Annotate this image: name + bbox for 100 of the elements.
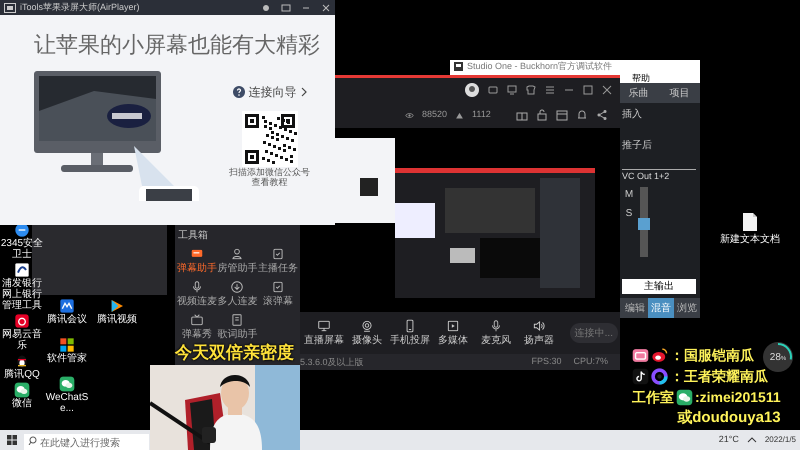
close-icon[interactable] — [602, 85, 612, 95]
download-icon — [230, 280, 244, 294]
close-icon[interactable] — [321, 2, 331, 12]
desktop-icon-label[interactable]: 腾讯QQ — [4, 369, 40, 380]
screen-icon[interactable] — [507, 85, 517, 95]
mute-solo-button[interactable]: S — [622, 206, 636, 220]
play-icon — [446, 318, 460, 332]
control-button[interactable]: 手机投屏 — [390, 318, 430, 348]
control-button[interactable]: 扬声器 — [519, 318, 559, 348]
desktop-icon-label[interactable]: 软件管家 — [47, 353, 87, 364]
clipboard-icon — [270, 280, 285, 294]
desktop-icon-label[interactable]: 腾讯视频 — [97, 314, 137, 325]
control-button[interactable]: 麦克风 — [476, 318, 516, 348]
meeting-app-icon — [59, 298, 75, 314]
chat-app-icon — [14, 382, 30, 398]
music-app-icon — [14, 313, 30, 329]
lock-icon[interactable] — [536, 109, 548, 121]
fader-track[interactable] — [640, 186, 648, 256]
tool-button[interactable]: 主播任务 — [258, 247, 297, 276]
qr-caption: 扫描添加微信公众号 — [229, 167, 310, 177]
webcam-icon — [360, 318, 374, 332]
bell-icon[interactable] — [576, 109, 588, 121]
qr-code-icon — [242, 111, 298, 167]
shirt-icon[interactable] — [526, 85, 536, 95]
menu-item[interactable]: 帮助 — [632, 73, 650, 83]
mute-solo-button[interactable]: M — [622, 186, 636, 202]
control-button[interactable]: 多媒体 — [433, 318, 473, 348]
overlay-caption: 今天双倍亲密度 — [175, 343, 294, 363]
status-text: FPS:30 — [531, 355, 562, 368]
fader-thumb[interactable] — [638, 218, 650, 230]
qr-caption: 查看教程 — [252, 177, 288, 187]
music-note-icon — [632, 368, 649, 385]
tool-button[interactable]: 弹幕助手 — [178, 247, 216, 276]
weibo-icon — [651, 347, 668, 364]
control-button[interactable]: 直播屏幕 — [304, 318, 344, 348]
social-handle: :zimei201511 — [695, 388, 781, 407]
maximize-icon[interactable] — [583, 85, 593, 95]
tab[interactable]: 编辑 — [622, 298, 648, 318]
menu-icon[interactable] — [545, 85, 555, 95]
tool-button[interactable]: 视频连麦 — [178, 280, 216, 309]
app-logo-icon — [4, 2, 16, 12]
tv-icon — [190, 313, 204, 327]
microphone-icon — [489, 318, 503, 332]
social-handle: 或doudouya13 — [677, 409, 781, 427]
desktop-icon-label[interactable]: 腾讯会议 — [47, 314, 87, 325]
search-icon — [28, 436, 37, 445]
tool-button[interactable]: 房管助手 — [218, 247, 257, 276]
weather-text: 21°C — [718, 433, 739, 446]
clipboard-icon — [270, 247, 285, 261]
calendar-icon[interactable] — [556, 109, 568, 121]
window-title: Studio One - Buckhorn官方调试软件 — [467, 60, 612, 73]
channel-name: VC Out 1+2 — [622, 169, 696, 184]
speaker-icon — [532, 318, 546, 332]
windows-start-icon[interactable] — [7, 435, 17, 445]
stat-count: 88520 — [422, 108, 448, 122]
headline: 让苹果的小屏幕也能有大精彩 — [34, 31, 320, 59]
ring-logo-icon — [651, 368, 668, 385]
grid-app-icon — [59, 337, 75, 353]
tv-logo-icon — [632, 347, 649, 364]
social-handle: ：国服铠南瓜 — [670, 346, 754, 365]
desktop-icon-label[interactable]: 2345安全卫士 — [0, 238, 44, 260]
insert-label: 插入 — [622, 108, 643, 122]
version-note: 5.3.6.0及以上版 — [300, 356, 364, 369]
social-handle: ：王者荣耀南瓜 — [670, 367, 768, 386]
panel-title: 工具箱 — [178, 229, 209, 243]
tab[interactable]: 乐曲 — [618, 83, 659, 103]
desktop-icon-label[interactable]: 微信 — [12, 398, 32, 409]
desktop-icon-label[interactable]: 浦发银行网上银行管理工具 — [0, 278, 44, 311]
desktop-icon-label[interactable]: 新建文本文档 — [720, 232, 780, 247]
output-label: 主输出 — [622, 279, 696, 294]
tab[interactable]: 混音 — [648, 298, 674, 318]
person-icon — [230, 247, 244, 261]
guide-link[interactable]: 连接向导 — [232, 83, 306, 101]
desktop-icon-label[interactable]: 网易云音乐 — [0, 329, 44, 351]
chat-app-icon — [59, 376, 75, 392]
chevron-icon — [300, 87, 306, 97]
insert-label: 推子后 — [622, 138, 653, 153]
tool-button[interactable]: 歌词助手 — [218, 313, 257, 342]
control-button[interactable]: 摄像头 — [347, 318, 387, 348]
search-field[interactable]: 在此键入进行搜索 — [24, 434, 149, 450]
social-label: 工作室 — [632, 388, 674, 407]
tool-button[interactable]: 弹幕秀 — [178, 313, 216, 342]
tool-button[interactable]: 多人连麦 — [218, 280, 257, 309]
chevron-icon — [746, 436, 757, 444]
triangle-icon — [455, 110, 464, 120]
tab[interactable]: 项目 — [659, 83, 700, 103]
bank-logo-icon — [14, 262, 30, 278]
window-title: iTools苹果录屏大师(AirPlayer) — [20, 0, 140, 14]
play-app-icon — [109, 298, 125, 314]
feedback-icon[interactable] — [488, 85, 498, 95]
avatar-icon — [465, 83, 479, 97]
share-icon[interactable] — [596, 109, 608, 121]
window-icon[interactable] — [281, 2, 291, 12]
desktop-icon-label[interactable]: WeChatSe... — [42, 392, 92, 414]
tab[interactable]: 浏览 — [674, 298, 700, 318]
status-text: CPU:7% — [573, 355, 608, 368]
document-icon — [742, 212, 758, 232]
document-icon — [230, 313, 244, 327]
tool-button[interactable]: 滚弹幕 — [258, 280, 297, 309]
help-icon — [232, 86, 244, 98]
